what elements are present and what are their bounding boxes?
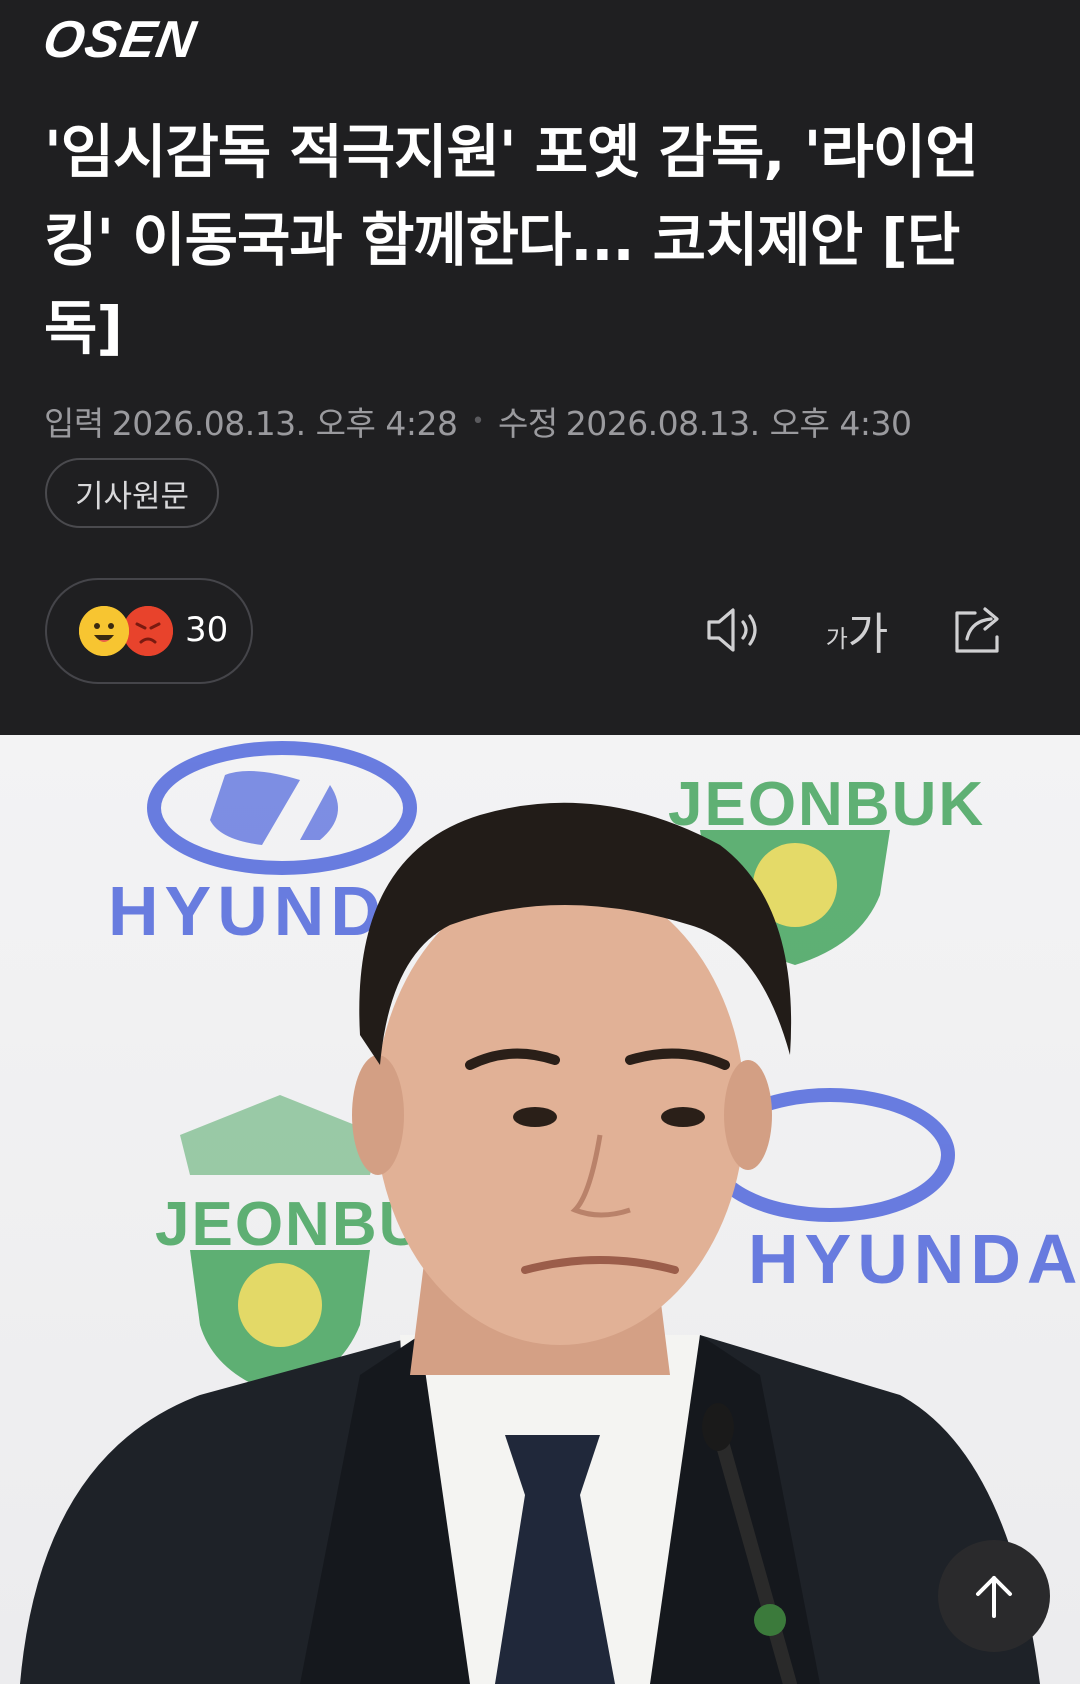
- article-title: '임시감독 적극지원' 포옛 감독, '라이언킹' 이동국과 함께한다... 코…: [44, 118, 978, 362]
- speaker-icon[interactable]: [704, 600, 764, 660]
- jeonbuk-text-1: JEONBUK: [668, 770, 985, 839]
- angry-emoji-icon: [123, 606, 173, 656]
- reaction-count: 30: [185, 610, 229, 650]
- osen-logo[interactable]: OSEN: [39, 10, 201, 70]
- article-header: OSEN '임시감독 적극지원' 포옛 감독, '라이언킹' 이동국과 함께한다…: [0, 0, 1080, 735]
- happy-emoji-icon: [79, 606, 129, 656]
- original-article-button[interactable]: 기사원문: [45, 458, 219, 528]
- font-size-button[interactable]: 가 가: [822, 600, 892, 660]
- article-meta: 입력 2026.08.13. 오후 4:28 • 수정 2026.08.13. …: [44, 396, 912, 446]
- hyundai-text-2: HYUNDAI: [748, 1220, 1080, 1298]
- photo-illustration: HYUNDAI JEONBUK JEONBUK HYUNDAI: [20, 741, 1080, 1684]
- edit-date: 2026.08.13. 오후 4:30: [565, 404, 912, 443]
- font-small-label: 가: [825, 624, 848, 653]
- article-photo: HYUNDAI JEONBUK JEONBUK HYUNDAI: [0, 735, 1080, 1684]
- font-big-label: 가: [847, 609, 889, 660]
- reaction-button[interactable]: 30: [45, 578, 253, 684]
- share-icon[interactable]: [950, 600, 1010, 660]
- input-date: 2026.08.13. 오후 4:28: [111, 404, 458, 443]
- meta-separator: •: [471, 408, 484, 434]
- scroll-to-top-button[interactable]: [938, 1540, 1050, 1652]
- edit-label: 수정: [497, 404, 558, 443]
- input-label: 입력: [44, 404, 104, 443]
- arrow-up-icon: [976, 1576, 1012, 1618]
